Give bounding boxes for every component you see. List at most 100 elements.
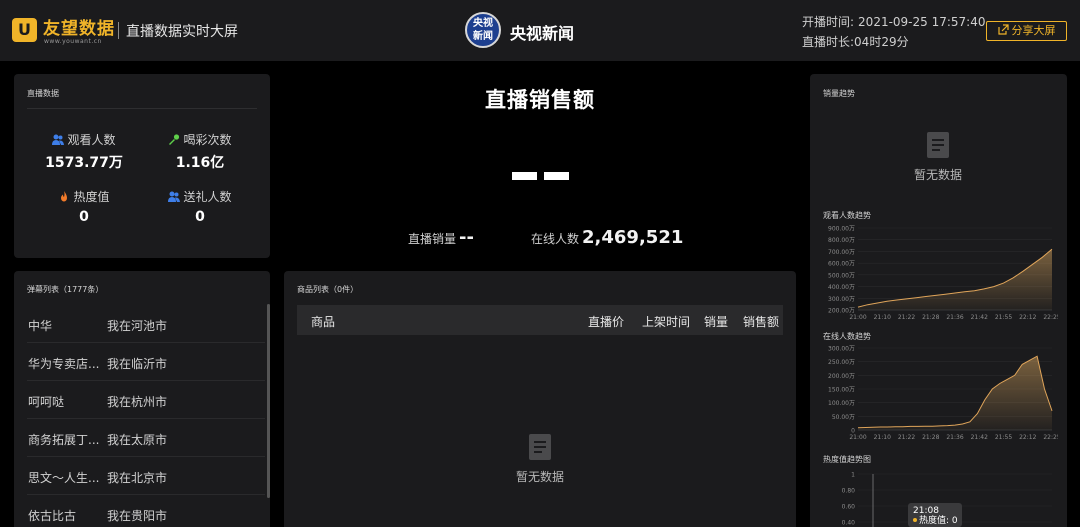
- y-tick-label: 150.00万: [828, 387, 855, 394]
- stat-label: 送礼人数: [183, 190, 232, 204]
- column-header[interactable]: 直播价: [588, 313, 624, 330]
- y-tick-label: 300.00万: [828, 346, 855, 353]
- column-header[interactable]: 销量: [704, 313, 728, 330]
- table-header: 商品 直播价 上架时间 销量 销售额: [297, 305, 783, 335]
- y-tick-label: 900.00万: [828, 226, 855, 233]
- channel-avatar-text-1: 央视: [473, 18, 493, 29]
- header-divider: [118, 22, 119, 39]
- logo-title: 友望数据: [43, 19, 115, 39]
- x-tick-label: 21:10: [874, 434, 891, 441]
- duration-value: 04时29分: [854, 35, 909, 49]
- empty-text: 暂无数据: [913, 168, 962, 182]
- list-item[interactable]: 中华 我在河池市: [27, 305, 265, 343]
- stat-value: 1573.77万: [45, 155, 123, 171]
- tooltip-value: 0: [951, 516, 958, 526]
- list-item[interactable]: 华为专卖店... 我在临沂市: [27, 343, 265, 381]
- sales-title: 直播销售额: [485, 88, 595, 112]
- channel-name: 央视新闻: [510, 24, 575, 43]
- panel-title: 弹幕列表（1777条）: [27, 285, 104, 294]
- products-panel: 商品列表（0件） 商品 直播价 上架时间 销量 销售额 暂无数据: [284, 271, 796, 527]
- channel-avatar-text-2: 新闻: [473, 31, 493, 42]
- online-viewers-value: 2,469,521: [582, 227, 684, 248]
- x-tick-label: 21:55: [995, 434, 1012, 441]
- y-tick-label: 600.00万: [828, 261, 855, 268]
- logo-mark: U: [12, 18, 37, 42]
- empty-state: 暂无数据: [500, 434, 580, 485]
- share-screen-button[interactable]: 分享大屏: [986, 21, 1067, 41]
- stat-value: 1.16亿: [175, 155, 225, 171]
- empty-state: 暂无数据: [898, 132, 978, 183]
- page-subtitle: 直播数据实时大屏: [126, 24, 238, 40]
- chart-title: 热度值趋势图: [823, 455, 871, 464]
- sales-volume-value: --: [459, 227, 474, 248]
- empty-text: 暂无数据: [515, 470, 564, 484]
- share-button-label: 分享大屏: [1011, 24, 1056, 37]
- list-item[interactable]: 思文～人生... 我在北京市: [27, 457, 265, 495]
- comment-user: 商务拓展丁...: [28, 433, 100, 447]
- online-viewers-label: 在线人数: [531, 232, 580, 246]
- list-item[interactable]: 依古比古 我在贵阳市: [27, 495, 265, 527]
- duration-label: 直播时长:: [802, 35, 855, 49]
- x-tick-label: 21:00: [849, 434, 866, 441]
- sales-amount-placeholder-dash: [512, 172, 537, 180]
- panel-title: 商品列表（0件）: [297, 285, 359, 294]
- x-tick-label: 22:25: [1043, 314, 1058, 321]
- stat-label: 观看人数: [67, 133, 116, 147]
- user-icon: [52, 134, 65, 145]
- x-tick-label: 21:22: [898, 434, 915, 441]
- column-header[interactable]: 商品: [311, 313, 335, 330]
- x-tick-label: 21:55: [995, 314, 1012, 321]
- chart-title: 在线人数趋势: [823, 332, 871, 341]
- y-tick-label: 200.00万: [828, 373, 855, 380]
- trend-panel: 销量趋势 暂无数据 观看人数趋势 900.00万 800.00万 700.00万 60…: [810, 74, 1067, 527]
- column-header[interactable]: 上架时间: [642, 313, 690, 330]
- list-item[interactable]: 呵呵哒 我在杭州市: [27, 381, 265, 419]
- column-header[interactable]: 销售额: [743, 313, 779, 330]
- y-tick-label: 100.00万: [828, 400, 855, 407]
- logo-url: www.youwant.cn: [44, 38, 102, 45]
- stat-label: 热度值: [73, 190, 110, 204]
- x-tick-label: 21:00: [849, 314, 866, 321]
- list-item[interactable]: 商务拓展丁... 我在太原市: [27, 419, 265, 457]
- document-icon: [927, 132, 949, 158]
- y-tick-label: 500.00万: [828, 272, 855, 279]
- document-icon: [529, 434, 551, 460]
- brand-logo: U 友望数据 www.youwant.cn: [12, 14, 115, 48]
- tooltip-label: 热度值:: [919, 516, 950, 526]
- tooltip-time: 21:08: [913, 506, 939, 516]
- y-tick-label: 0.40: [842, 520, 856, 527]
- stat-gifters: 送礼人数 0: [140, 188, 260, 225]
- comment-user: 华为专卖店...: [28, 357, 100, 371]
- x-tick-label: 21:36: [946, 434, 963, 441]
- x-tick-label: 21:42: [971, 434, 988, 441]
- comment-user: 依古比古: [28, 509, 77, 523]
- flame-icon: [61, 191, 68, 202]
- x-tick-label: 21:10: [874, 314, 891, 321]
- live-info: 开播时间: 2021-09-25 17:57:40 直播时长:04时29分: [802, 12, 986, 52]
- comment-user: 思文～人生...: [28, 471, 100, 485]
- x-tick-label: 21:28: [922, 434, 939, 441]
- x-tick-label: 21:42: [971, 314, 988, 321]
- online-trend-chart: 300.00万 250.00万 200.00万 150.00万 100.00万 50.00…: [828, 346, 1058, 442]
- x-tick-label: 22:12: [1019, 314, 1036, 321]
- y-tick-label: 700.00万: [828, 249, 855, 256]
- scrollbar-thumb[interactable]: [267, 304, 270, 498]
- comments-scrollbar[interactable]: [267, 304, 270, 498]
- viewers-trend-chart: 900.00万 800.00万 700.00万 600.00万 500.00万 400.0…: [828, 226, 1058, 322]
- user-icon: [168, 191, 181, 202]
- stat-heat: 热度值 0: [24, 188, 144, 225]
- comments-panel: 弹幕列表（1777条） 中华 我在河池市 华为专卖店... 我在临沂市 呵呵哒 …: [14, 271, 270, 527]
- chart-title: 观看人数趋势: [823, 211, 871, 220]
- divider: [27, 108, 257, 109]
- comment-text: 我在临沂市: [107, 357, 168, 371]
- x-tick-label: 22:25: [1043, 434, 1058, 441]
- stat-viewers: 观看人数 1573.77万: [24, 131, 144, 172]
- y-tick-label: 800.00万: [828, 237, 855, 244]
- stat-value: 0: [79, 209, 89, 225]
- x-tick-label: 22:12: [1019, 434, 1036, 441]
- stat-value: 0: [195, 209, 205, 225]
- cheer-icon: [169, 134, 180, 145]
- sales-amount-placeholder-dash: [544, 172, 569, 180]
- x-tick-label: 21:22: [898, 314, 915, 321]
- panel-title: 销量趋势: [823, 89, 855, 98]
